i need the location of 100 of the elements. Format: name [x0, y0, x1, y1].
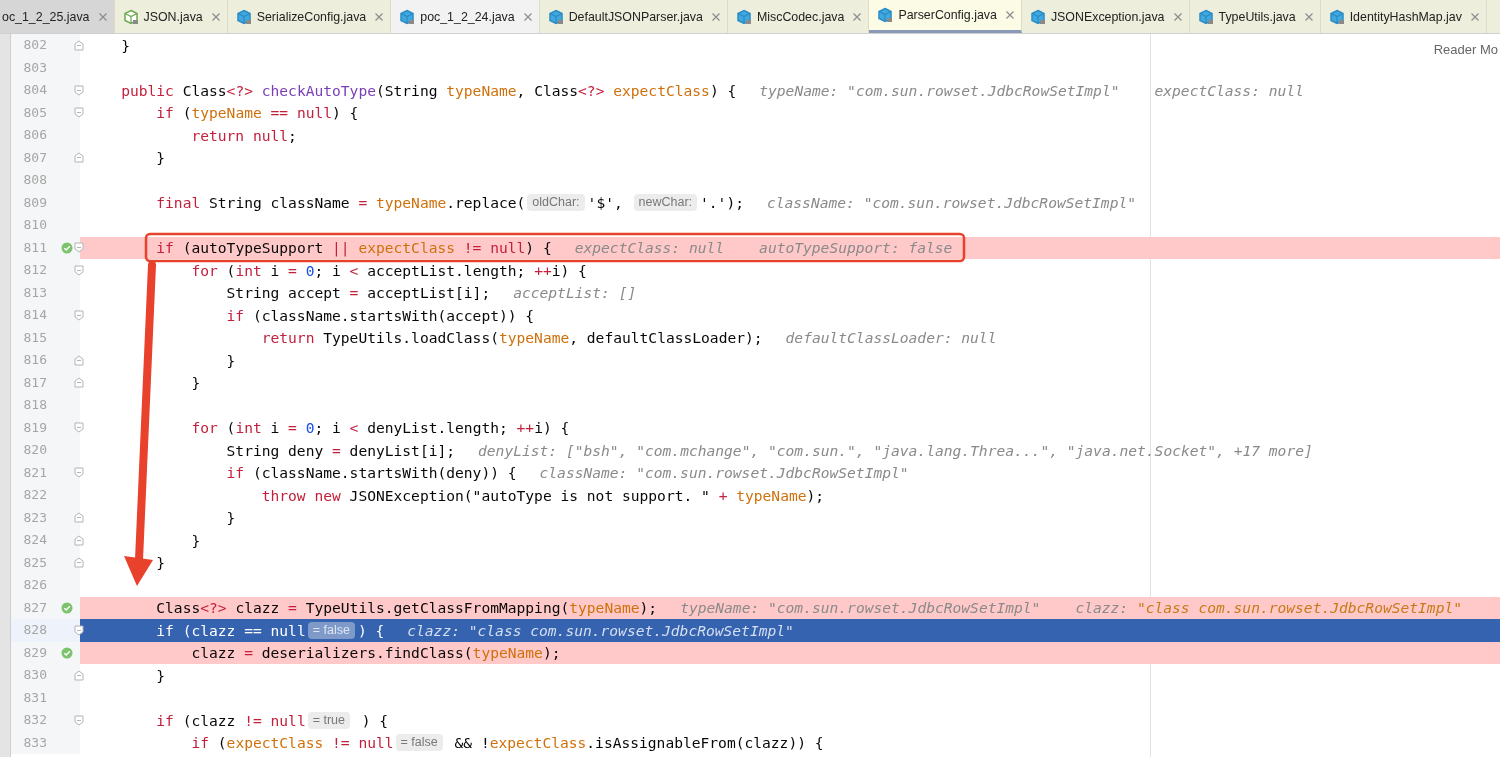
line-number: 830 — [22, 666, 48, 684]
inlay-hint: = false — [395, 734, 443, 752]
code-text: } — [190, 374, 201, 392]
fold-marker-icon[interactable] — [74, 422, 84, 434]
fold-marker-icon[interactable] — [74, 377, 84, 389]
line-number: 816 — [22, 351, 48, 369]
debug-value: autoTypeSupport: false — [759, 239, 953, 257]
code-text: } — [155, 149, 166, 167]
line-number: 817 — [22, 373, 48, 392]
project-tool-strip[interactable] — [0, 34, 11, 757]
line-number: 819 — [22, 418, 48, 437]
tab-label: poc_1_2_24.java — [420, 9, 515, 24]
tab-label: ParserConfig.java — [898, 8, 997, 22]
line-number: 814 — [22, 306, 48, 324]
editor-tab[interactable]: poc_1_2_24.java — [391, 0, 540, 33]
code-text: ) { — [357, 621, 385, 639]
debug-value: expectClass: null — [1154, 81, 1304, 99]
tab-label: MiscCodec.java — [756, 9, 845, 24]
line-number: 806 — [22, 126, 48, 144]
fold-marker-icon[interactable] — [74, 669, 84, 681]
line-number: 832 — [22, 711, 48, 729]
tab-label: oc_1_2_25.java — [2, 9, 90, 24]
tab-label: SerializeConfig.java — [256, 9, 367, 24]
breakpoint-check-icon[interactable] — [60, 601, 73, 614]
code-text: if (clazz == null — [155, 621, 306, 639]
fold-marker-icon[interactable] — [74, 39, 84, 51]
close-icon[interactable] — [97, 11, 108, 22]
code-text: String deny = denyList[i]; — [225, 441, 456, 459]
breakpoint-check-icon[interactable] — [60, 241, 73, 254]
code-text: throw new JSONException("autoType is not support. " + typeName); — [260, 486, 825, 504]
line-number: 822 — [22, 486, 48, 504]
tab-label: TypeUtils.java — [1218, 9, 1296, 24]
file-cube-icon — [1328, 8, 1345, 25]
file-cube-icon — [547, 8, 564, 25]
reader-mode-link[interactable]: Reader Mo — [1433, 42, 1498, 57]
close-icon[interactable] — [710, 11, 721, 22]
line-number: 826 — [22, 576, 48, 594]
debug-value: typeName: "com.sun.rowset.JdbcRowSetImpl" — [680, 599, 1041, 617]
file-cube-icon — [877, 7, 894, 23]
code-text: if (className.startsWith(deny)) { — [225, 464, 517, 482]
line-number: 829 — [22, 643, 48, 662]
close-icon[interactable] — [374, 11, 385, 22]
line-number: 820 — [22, 441, 48, 459]
code-text: clazz = deserializers.findClass(typeName); — [190, 644, 561, 662]
fold-marker-icon[interactable] — [74, 152, 84, 164]
line-number: 824 — [22, 531, 48, 549]
file-cube-icon — [235, 8, 252, 25]
line-number: 833 — [22, 733, 48, 752]
fold-marker-icon[interactable] — [74, 354, 84, 366]
inlay-hint: = true — [307, 711, 350, 729]
fold-marker-icon[interactable] — [74, 242, 84, 254]
tab-label: DefaultJSONParser.java — [568, 9, 703, 24]
fold-marker-icon[interactable] — [74, 107, 84, 119]
editor-tab[interactable]: ParserConfig.java — [869, 0, 1022, 33]
fold-marker-icon[interactable] — [74, 512, 84, 524]
code-text: if (className.startsWith(accept)) { — [225, 306, 535, 324]
code-text: final String className = typeName.replace( — [155, 194, 526, 212]
code-text: } — [120, 36, 130, 54]
line-number: 813 — [22, 283, 48, 302]
close-icon[interactable] — [1172, 11, 1183, 22]
debug-value: clazz: "class com.sun.rowset.JdbcRowSetImpl" — [407, 621, 794, 639]
close-icon[interactable] — [1004, 10, 1015, 20]
close-icon[interactable] — [1303, 11, 1314, 22]
editor-tab[interactable]: oc_1_2_25.java — [0, 0, 115, 33]
fold-marker-icon[interactable] — [74, 264, 84, 276]
debug-value: acceptList: [] — [513, 284, 637, 302]
fold-marker-icon[interactable] — [74, 84, 84, 96]
file-cube-icon — [1197, 8, 1214, 25]
line-number: 807 — [22, 148, 48, 167]
code-text: for (int i = 0; i < acceptList.length; ++i) { — [190, 261, 587, 279]
debug-value: denyList: ["bsh", "com.mchange", "com.sun.", "java.lang.Threa...", "java.net.Socket", +17 more] — [478, 441, 1313, 459]
fold-marker-icon[interactable] — [74, 557, 84, 569]
inlay-hint: newChar: — [633, 194, 698, 212]
code-text: String accept = acceptList[i]; — [225, 284, 491, 302]
breakpoint-check-icon[interactable] — [60, 646, 73, 659]
close-icon[interactable] — [522, 11, 533, 22]
code-text: for (int i = 0; i < denyList.length; ++i) { — [190, 419, 570, 437]
fold-marker-icon[interactable] — [74, 309, 84, 321]
line-number: 802 — [22, 36, 48, 54]
fold-marker-icon[interactable] — [74, 714, 84, 726]
close-icon[interactable] — [1469, 11, 1480, 22]
line-number: 818 — [22, 396, 48, 414]
code-text: if (autoTypeSupport || expectClass != null) { — [155, 239, 552, 257]
fold-marker-icon[interactable] — [74, 624, 84, 636]
fold-marker-icon[interactable] — [74, 534, 84, 546]
close-icon[interactable] — [210, 11, 221, 22]
line-number: 815 — [22, 328, 48, 347]
line-number: 825 — [22, 553, 48, 572]
tab-label: IdentityHashMap.jav — [1349, 9, 1462, 24]
code-text: if (expectClass != null — [190, 734, 394, 752]
inlay-hint: oldChar: — [527, 194, 585, 212]
code-text: '.'); — [700, 194, 744, 212]
code-text: Class<?> clazz = TypeUtils.getClassFromMapping(typeName); — [155, 599, 658, 617]
close-icon[interactable] — [852, 11, 863, 22]
fold-marker-icon[interactable] — [74, 467, 84, 479]
line-number: 831 — [22, 688, 48, 707]
line-number: 828 — [22, 621, 48, 639]
line-number: 823 — [22, 508, 48, 527]
line-number: 808 — [22, 171, 48, 189]
tab-label: JSON.java — [143, 9, 203, 24]
